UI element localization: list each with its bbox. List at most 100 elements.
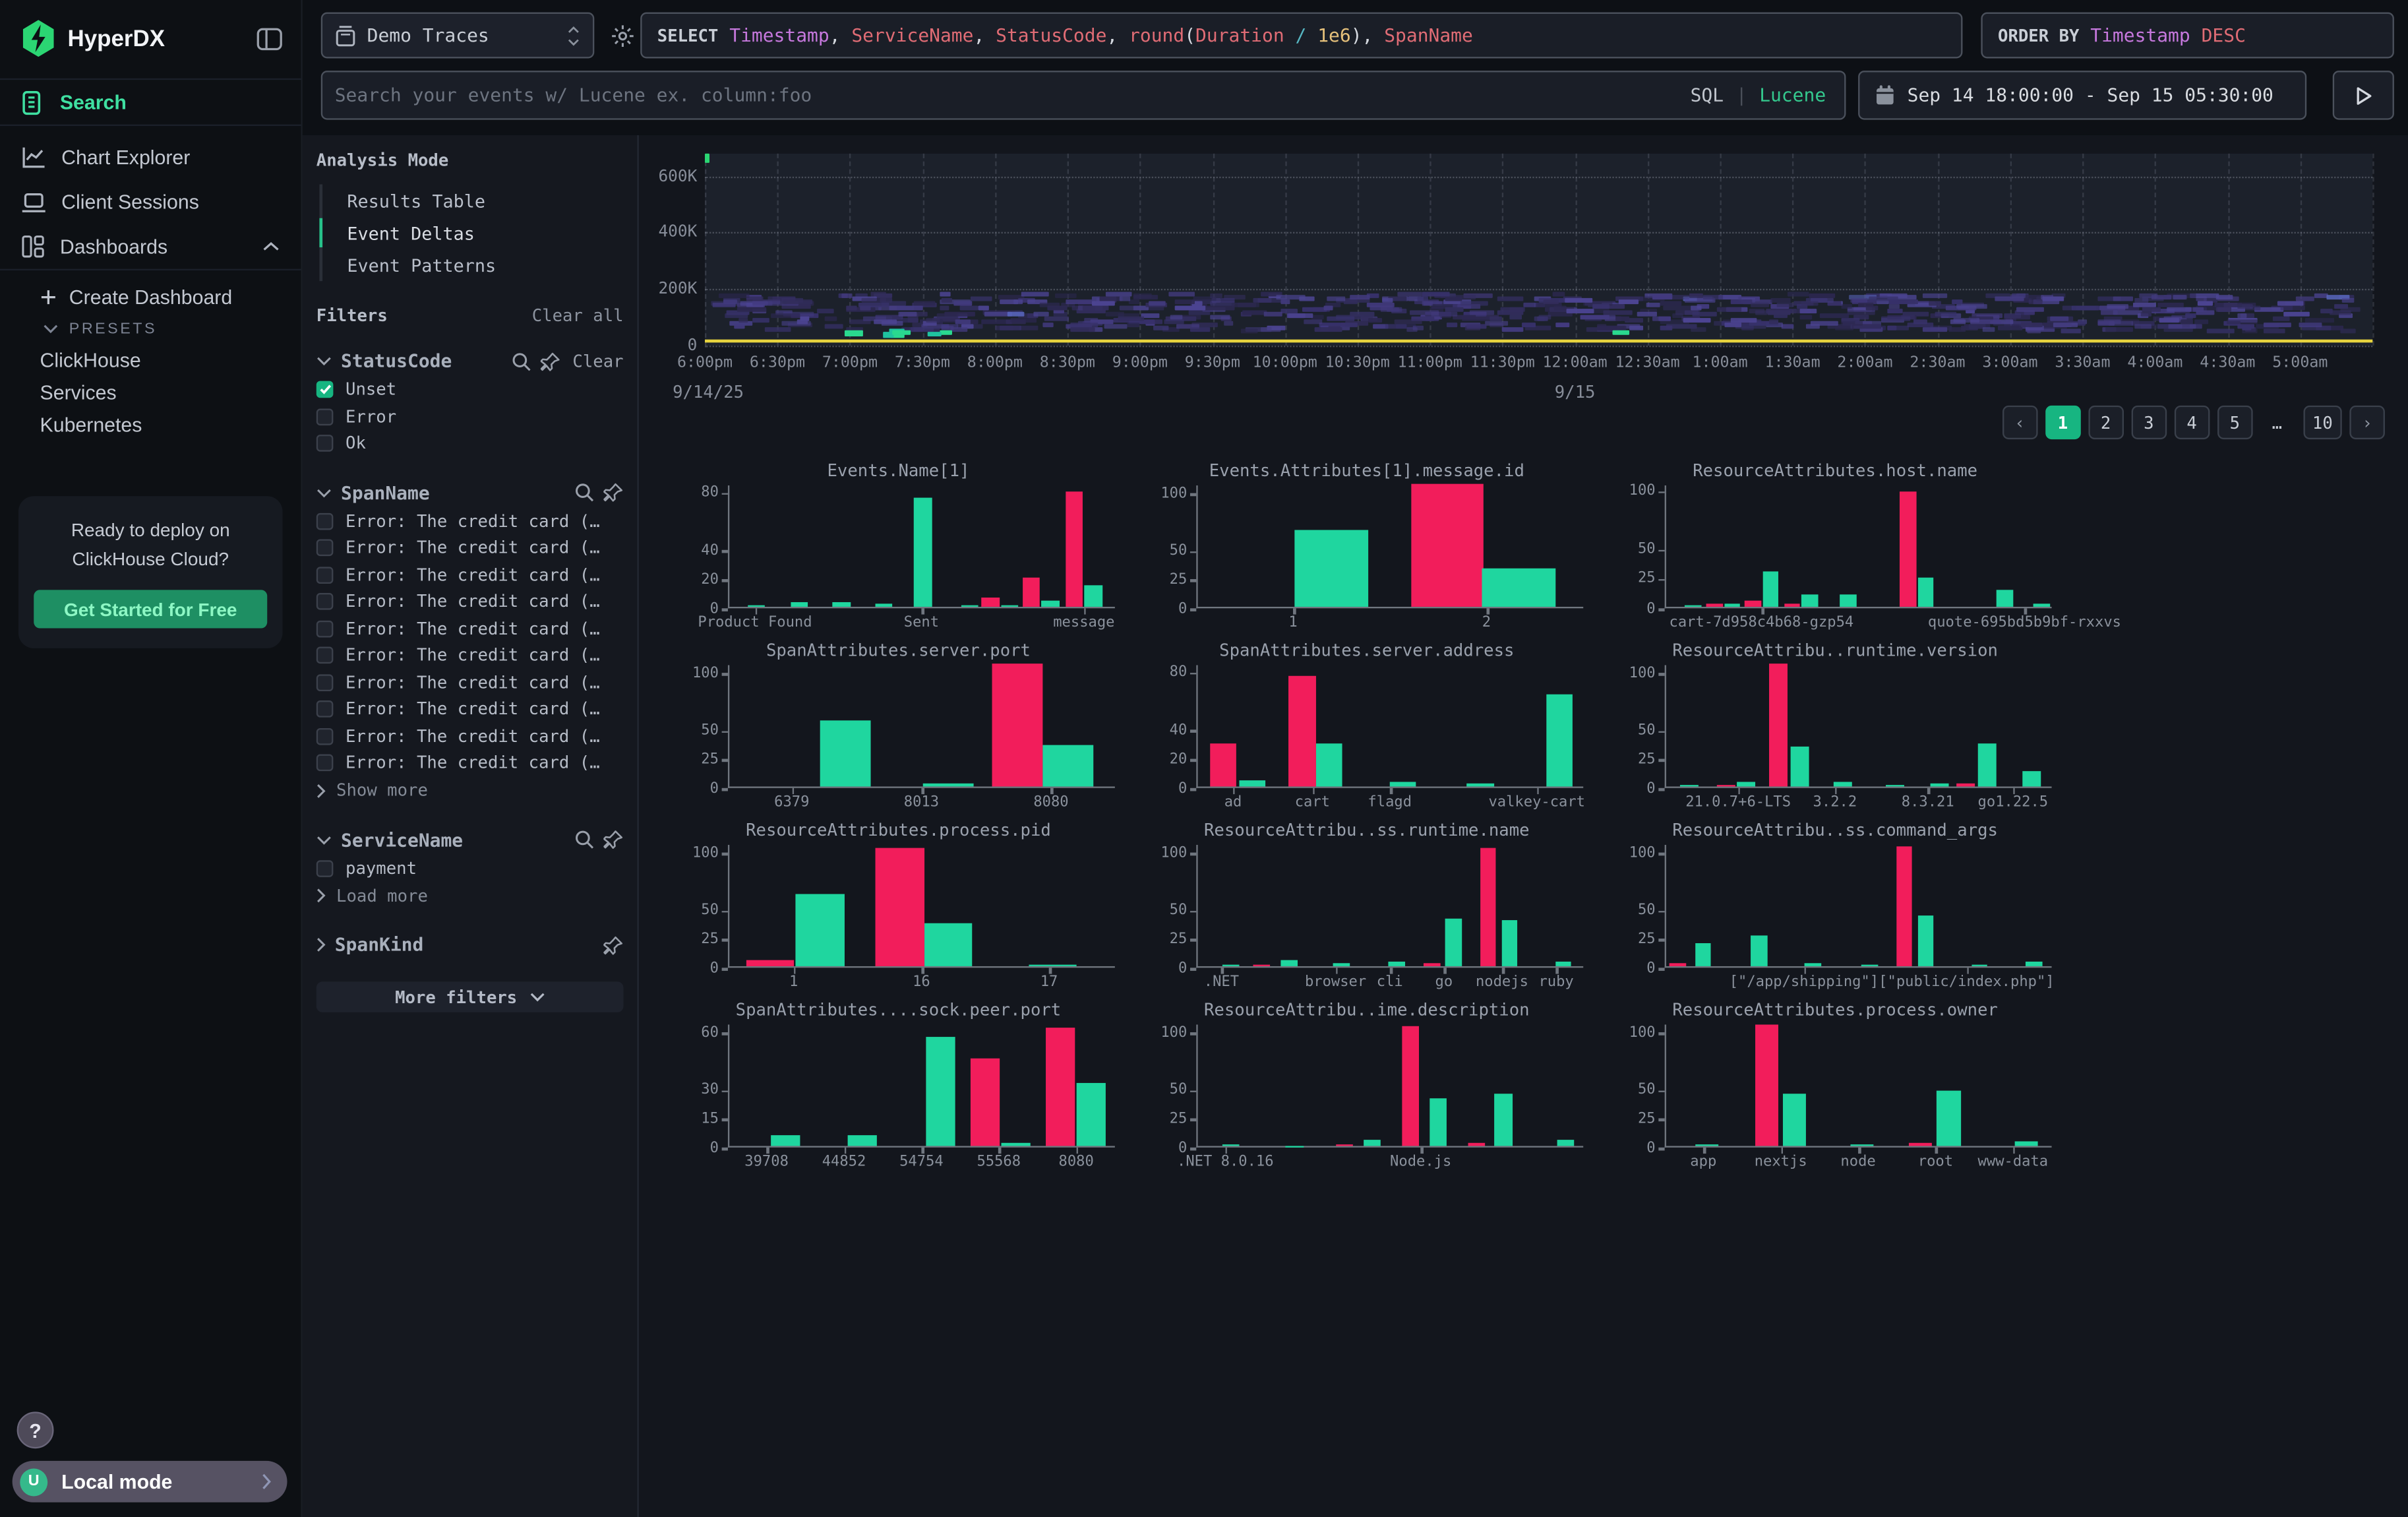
chart-bar[interactable]: [2014, 1141, 2037, 1146]
chart-bar[interactable]: [1706, 604, 1723, 607]
chart-bar[interactable]: [1294, 530, 1368, 607]
checkbox[interactable]: [316, 647, 334, 664]
chart-plot[interactable]: [1665, 1024, 2052, 1147]
checkbox[interactable]: [316, 435, 334, 452]
chart-bar[interactable]: [1424, 963, 1440, 966]
chart-bar[interactable]: [1239, 780, 1265, 787]
chart-plot[interactable]: [1665, 845, 2052, 968]
chart-bar[interactable]: [1410, 484, 1484, 607]
analysis-option-event-deltas[interactable]: Event Deltas: [322, 216, 623, 249]
checkbox[interactable]: [316, 512, 334, 530]
checkbox-checked[interactable]: [316, 381, 334, 398]
chart-bar[interactable]: [1402, 1026, 1419, 1146]
chart-bar[interactable]: [1046, 1027, 1075, 1146]
filter-search-icon[interactable]: [574, 482, 594, 502]
chart-bar[interactable]: [1917, 578, 1934, 607]
chart-bar[interactable]: [1755, 1024, 1778, 1146]
chart-bar[interactable]: [1751, 935, 1767, 966]
chart-bar[interactable]: [1085, 585, 1102, 607]
pagination-page-4[interactable]: 4: [2174, 406, 2210, 439]
chart-bar[interactable]: [1557, 1140, 1574, 1146]
chart-plot[interactable]: [1665, 485, 2052, 608]
sql-select-editor[interactable]: SELECT Timestamp, ServiceName, StatusCod…: [640, 13, 1962, 59]
filter-option-unset[interactable]: Unset: [316, 377, 624, 404]
chart-bar[interactable]: [1782, 1094, 1805, 1146]
chart-bar[interactable]: [1286, 1145, 1303, 1146]
chart-bar[interactable]: [1930, 783, 1948, 786]
chart-bar[interactable]: [1997, 589, 2013, 607]
chart-bar[interactable]: [1833, 782, 1851, 786]
pagination-page-1[interactable]: 1: [2045, 406, 2081, 439]
sql-toggle[interactable]: SQL: [1691, 84, 1724, 106]
checkbox[interactable]: [316, 408, 334, 425]
chart-bar[interactable]: [1280, 960, 1297, 966]
chart-bar[interactable]: [1900, 492, 1916, 607]
chart-bar[interactable]: [2022, 772, 2041, 787]
chart-bar[interactable]: [791, 602, 808, 607]
chart-bar[interactable]: [833, 602, 850, 607]
chart-bar[interactable]: [1043, 745, 1093, 787]
chart-bar[interactable]: [1908, 1142, 1931, 1146]
checkbox[interactable]: [316, 860, 334, 877]
sidebar-item-client-sessions[interactable]: Client Sessions: [0, 179, 301, 224]
chart-bar[interactable]: [1289, 675, 1315, 787]
sidebar-collapse-icon[interactable]: [256, 27, 283, 50]
chart-bar[interactable]: [924, 923, 972, 966]
chart-bar[interactable]: [1784, 604, 1800, 607]
filter-pin-icon[interactable]: [603, 935, 623, 954]
chart-bar[interactable]: [1210, 743, 1236, 787]
chart-bar[interactable]: [1717, 784, 1735, 786]
chart-bar[interactable]: [1670, 963, 1686, 966]
chart-plot[interactable]: [1196, 665, 1583, 788]
chart-plot[interactable]: [728, 1024, 1115, 1147]
sidebar-preset-services[interactable]: Services: [0, 377, 301, 409]
filter-option-payment[interactable]: payment: [316, 855, 624, 882]
chart-plot[interactable]: [728, 485, 1115, 608]
filter-option-error-the-credit-card[interactable]: Error: The credit card (…: [316, 615, 624, 642]
checkbox[interactable]: [316, 620, 334, 637]
chart-bar[interactable]: [1445, 918, 1462, 966]
chart-bar[interactable]: [982, 598, 999, 607]
chart-bar[interactable]: [1065, 491, 1082, 607]
chart-bar[interactable]: [1790, 747, 1809, 787]
clear-all-button[interactable]: Clear all: [532, 305, 624, 325]
sidebar-item-chart-explorer[interactable]: Chart Explorer: [0, 135, 301, 180]
filter-group-header-statuscode[interactable]: StatusCodeClear: [316, 346, 624, 377]
search-input[interactable]: [335, 84, 1691, 106]
events-heatmap-chart[interactable]: [705, 154, 2372, 346]
chart-plot[interactable]: [728, 845, 1115, 968]
chart-bar[interactable]: [1850, 1145, 1873, 1146]
checkbox[interactable]: [316, 567, 334, 584]
chart-bar[interactable]: [1978, 744, 1997, 786]
filter-option-error[interactable]: Error: [316, 403, 624, 430]
filter-option-error-the-credit-card[interactable]: Error: The credit card (…: [316, 723, 624, 750]
chart-bar[interactable]: [1685, 605, 1702, 607]
chart-bar[interactable]: [1736, 782, 1755, 786]
chart-bar[interactable]: [849, 1135, 878, 1146]
chart-plot[interactable]: [1196, 845, 1583, 968]
chart-bar[interactable]: [1429, 1098, 1446, 1146]
chart-plot[interactable]: [1665, 665, 2052, 788]
chart-plot[interactable]: [1196, 485, 1583, 608]
checkbox[interactable]: [316, 755, 334, 772]
chart-bar[interactable]: [971, 1058, 1000, 1146]
create-dashboard-button[interactable]: Create Dashboard: [0, 280, 301, 313]
chart-bar[interactable]: [1389, 962, 1406, 966]
chart-plot[interactable]: [1196, 1024, 1583, 1147]
help-button[interactable]: ?: [17, 1411, 54, 1448]
filter-option-error-the-credit-card[interactable]: Error: The credit card (…: [316, 669, 624, 696]
chart-bar[interactable]: [923, 783, 973, 786]
filter-show-more-button[interactable]: Show more: [316, 776, 624, 804]
checkbox[interactable]: [316, 540, 334, 557]
checkbox[interactable]: [316, 728, 334, 745]
filter-option-error-the-credit-card[interactable]: Error: The credit card (…: [316, 696, 624, 723]
chart-bar[interactable]: [1316, 743, 1342, 787]
sidebar-item-search[interactable]: Search: [0, 80, 301, 125]
filter-option-error-the-credit-card[interactable]: Error: The credit card (…: [316, 588, 624, 615]
chart-bar[interactable]: [1695, 943, 1711, 966]
chart-bar[interactable]: [961, 605, 978, 607]
filter-pin-icon[interactable]: [603, 482, 623, 502]
chart-bar[interactable]: [1222, 1144, 1239, 1146]
more-filters-button[interactable]: More filters: [316, 981, 624, 1012]
chart-bar[interactable]: [2026, 962, 2042, 966]
